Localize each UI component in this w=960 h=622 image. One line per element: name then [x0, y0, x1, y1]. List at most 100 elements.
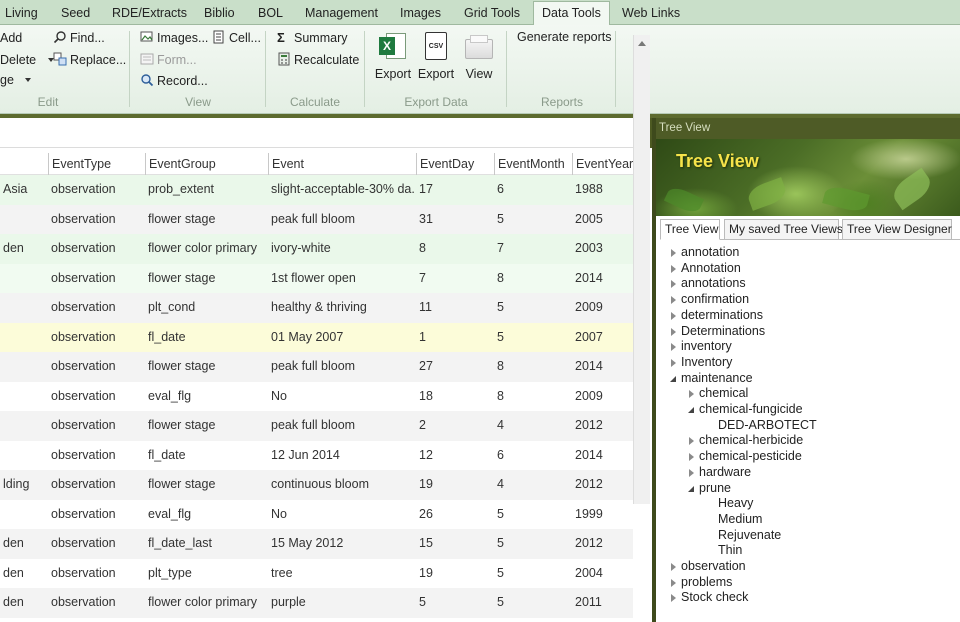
- collapsed-arrow-icon[interactable]: [669, 324, 679, 340]
- cell-eventyear[interactable]: 2005: [575, 205, 632, 233]
- column-header-event[interactable]: Event: [268, 153, 416, 175]
- cell-eventyear[interactable]: 2014: [575, 264, 632, 292]
- tree-node[interactable]: Stock check: [671, 590, 748, 606]
- cell-eventyear[interactable]: 2012: [575, 470, 632, 498]
- delete-button[interactable]: Delete: [0, 50, 54, 70]
- cell-eventyear[interactable]: 2009: [575, 382, 632, 410]
- tree-node[interactable]: annotation: [671, 245, 739, 261]
- collapsed-arrow-icon[interactable]: [669, 590, 679, 606]
- cell-eventyear[interactable]: 2011: [575, 588, 632, 616]
- cell-eventday[interactable]: 31: [419, 205, 493, 233]
- cell-eventday[interactable]: 19: [419, 470, 493, 498]
- cell-eventmonth[interactable]: 7: [497, 234, 571, 262]
- tree-node[interactable]: Rejuvenate: [718, 528, 781, 544]
- cell-eventday[interactable]: 18: [419, 382, 493, 410]
- cell-eventtype[interactable]: observation: [51, 264, 144, 292]
- cell-event[interactable]: peak full bloom: [271, 205, 415, 233]
- cell-eventtype[interactable]: observation: [51, 205, 144, 233]
- cell-eventgroup[interactable]: flower stage: [148, 470, 267, 498]
- cell-eventgroup[interactable]: eval_flg: [148, 500, 267, 528]
- cell-eventgroup[interactable]: prob_extent: [148, 175, 267, 203]
- tab-living[interactable]: Living: [0, 2, 46, 25]
- cell-eventday[interactable]: 5: [419, 588, 493, 616]
- collapsed-arrow-icon[interactable]: [687, 386, 697, 402]
- generate-reports-button[interactable]: Generate reports: [517, 27, 612, 47]
- table-row[interactable]: observation fl_date 01 May 2007 1 5 2007: [0, 322, 633, 352]
- cell-eventyear[interactable]: 2014: [575, 352, 632, 380]
- tab-my-saved-tree-views[interactable]: My saved Tree Views: [724, 219, 843, 240]
- tree-node[interactable]: chemical-pesticide: [689, 449, 802, 465]
- table-row[interactable]: observation plt_cond healthy & thriving 11 5…: [0, 293, 633, 323]
- collapsed-arrow-icon[interactable]: [669, 245, 679, 261]
- collapsed-arrow-icon[interactable]: [687, 465, 697, 481]
- scroll-up-icon[interactable]: [638, 41, 646, 46]
- cell-event[interactable]: healthy & thriving: [271, 293, 415, 321]
- tab-biblio[interactable]: Biblio: [196, 2, 243, 25]
- table-row[interactable]: observation flower stage 1st flower open 7 8…: [0, 263, 633, 293]
- tree-node[interactable]: inventory: [671, 339, 732, 355]
- cell-eventmonth[interactable]: 6: [497, 175, 571, 203]
- cell-eventyear[interactable]: 2003: [575, 234, 632, 262]
- add-button[interactable]: Add: [0, 28, 22, 48]
- tree-node[interactable]: Thin: [718, 543, 742, 559]
- column-header-eventtype[interactable]: EventType: [48, 153, 145, 175]
- table-row[interactable]: den observation flower color primary purple…: [0, 588, 633, 618]
- tab-grid-tools[interactable]: Grid Tools: [456, 2, 528, 25]
- cell-eventtype[interactable]: observation: [51, 382, 144, 410]
- cell-eventtype[interactable]: observation: [51, 411, 144, 439]
- cell-eventtype[interactable]: observation: [51, 529, 144, 557]
- cell-eventmonth[interactable]: 5: [497, 323, 571, 351]
- collapsed-arrow-icon[interactable]: [669, 559, 679, 575]
- replace-button[interactable]: Replace...: [53, 50, 126, 70]
- cell-eventtype[interactable]: observation: [51, 500, 144, 528]
- table-row[interactable]: observation flower stage peak full bloom 2 4…: [0, 411, 633, 441]
- table-row[interactable]: observation eval_flg No 18 8 2009: [0, 381, 633, 411]
- cell-eventgroup[interactable]: flower color primary: [148, 588, 267, 616]
- cell-eventday[interactable]: 27: [419, 352, 493, 380]
- cell-eventtype[interactable]: observation: [51, 441, 144, 469]
- export-csv-button[interactable]: CSV Export: [415, 31, 457, 81]
- collapsed-arrow-icon[interactable]: [687, 449, 697, 465]
- cell-eventgroup[interactable]: fl_date: [148, 323, 267, 351]
- cell-eventgroup[interactable]: flower stage: [148, 352, 267, 380]
- images-button[interactable]: Images...: [140, 28, 208, 48]
- table-row[interactable]: den observation plt_type tree 19 5 2004: [0, 558, 633, 588]
- tab-seed[interactable]: Seed: [53, 2, 98, 25]
- cell-eventday[interactable]: 7: [419, 264, 493, 292]
- cell-eventtype[interactable]: observation: [51, 293, 144, 321]
- cell-eventtype[interactable]: observation: [51, 323, 144, 351]
- cell-eventtype[interactable]: observation: [51, 234, 144, 262]
- cell-eventmonth[interactable]: 8: [497, 352, 571, 380]
- cell-eventmonth[interactable]: 8: [497, 382, 571, 410]
- ge-button[interactable]: ge: [0, 70, 32, 90]
- cell-eventgroup[interactable]: flower stage: [148, 411, 267, 439]
- cell-eventgroup[interactable]: plt_cond: [148, 293, 267, 321]
- tab-web-links[interactable]: Web Links: [614, 2, 688, 25]
- cell-eventmonth[interactable]: 4: [497, 470, 571, 498]
- cell-eventyear[interactable]: 2014: [575, 441, 632, 469]
- cell-prefix[interactable]: den: [3, 588, 47, 616]
- cell-eventyear[interactable]: 1988: [575, 175, 632, 203]
- collapsed-arrow-icon[interactable]: [669, 575, 679, 591]
- cell-eventmonth[interactable]: 5: [497, 293, 571, 321]
- tree-node[interactable]: annotations: [671, 276, 746, 292]
- column-header-eventgroup[interactable]: EventGroup: [145, 153, 268, 175]
- tree-node[interactable]: confirmation: [671, 292, 749, 308]
- cell-eventday[interactable]: 2: [419, 411, 493, 439]
- cell-eventyear[interactable]: 2012: [575, 529, 632, 557]
- cell-eventday[interactable]: 15: [419, 529, 493, 557]
- collapsed-arrow-icon[interactable]: [669, 292, 679, 308]
- tree-node[interactable]: Heavy: [718, 496, 753, 512]
- summary-button[interactable]: Σ Summary: [277, 28, 347, 48]
- cell-eventgroup[interactable]: plt_type: [148, 559, 267, 587]
- table-row[interactable]: lding observation flower stage continuous b…: [0, 470, 633, 500]
- collapsed-arrow-icon[interactable]: [669, 339, 679, 355]
- cell-event[interactable]: slight-acceptable-30% da...: [271, 175, 415, 203]
- tree-node[interactable]: Inventory: [671, 355, 732, 371]
- cell-eventgroup[interactable]: flower stage: [148, 264, 267, 292]
- filter-bar[interactable]: [0, 118, 636, 148]
- cell-event[interactable]: No: [271, 382, 415, 410]
- collapsed-arrow-icon[interactable]: [669, 308, 679, 324]
- column-header-eventmonth[interactable]: EventMonth: [494, 153, 572, 175]
- table-row[interactable]: den observation flower color primary ivory-…: [0, 234, 633, 264]
